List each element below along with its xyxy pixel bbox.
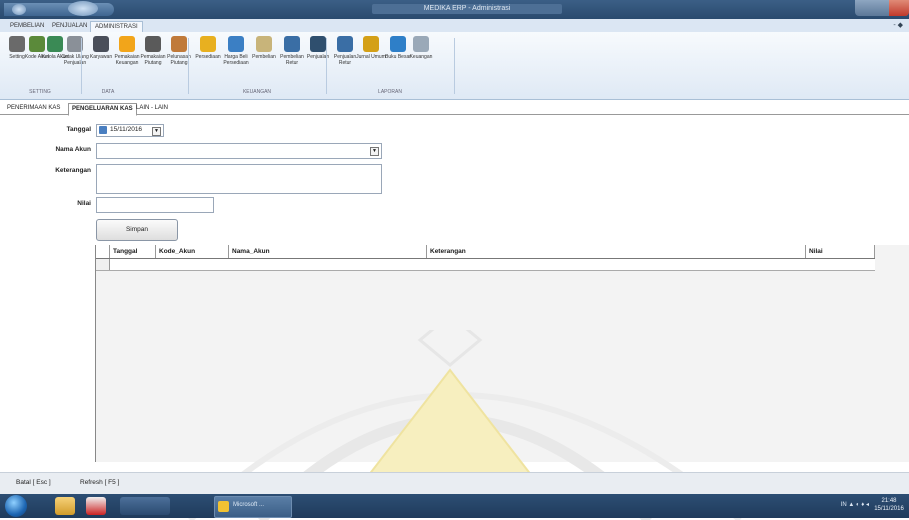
col-tanggal[interactable]: Tanggal	[110, 245, 156, 258]
calendar-icon	[99, 126, 107, 134]
footer-bar: Batal [ Esc ] Refresh [ F5 ]	[0, 472, 909, 495]
help-icon[interactable]: - ◆	[893, 21, 903, 29]
ribbon-panel: Setting Kode Akun Kelola Akun Cetak Ulang P…	[0, 32, 909, 100]
start-button-icon[interactable]	[5, 495, 27, 517]
tab-pembelian[interactable]: PEMBELIAN	[6, 21, 48, 32]
input-language[interactable]: IN	[841, 502, 847, 508]
report-chart-icon	[310, 36, 326, 52]
window-controls[interactable]	[855, 0, 909, 16]
chevron-down-icon[interactable]: ▼	[370, 147, 379, 156]
nama-akun-select[interactable]: ▼	[96, 143, 382, 159]
person-icon	[93, 36, 109, 52]
book-icon	[200, 36, 216, 52]
nilai-field[interactable]	[96, 197, 214, 213]
ribbon-group-label: SETTING	[29, 89, 51, 95]
ribbon-button-pembelian[interactable]: Pembelian	[249, 36, 279, 82]
ribbon-button-label: Pelunasan Piutang	[167, 54, 191, 66]
ribbon-button-persediaan[interactable]: Persediaan	[193, 36, 223, 82]
ribbon-separator	[188, 38, 189, 94]
ribbon-tabs: PEMBELIAN PENJUALAN ADMINISTRASI - ◆	[0, 19, 909, 33]
grid-header: Tanggal Kode_Akun Nama_Akun Keterangan N…	[96, 245, 875, 259]
title-bar: MEDIKA ERP - Administrasi	[0, 0, 909, 19]
ribbon-button-label: Penjualan	[306, 54, 330, 60]
ribbon-button-label: Jurnal Umum	[356, 54, 386, 60]
col-keterangan[interactable]: Keterangan	[427, 245, 806, 258]
taskbar-app-icon[interactable]	[120, 497, 170, 515]
col-nilai[interactable]: Nilai	[806, 245, 875, 258]
ribbon-button-label: Pembelian	[252, 54, 276, 60]
tab-penjualan[interactable]: PENJUALAN	[48, 21, 91, 32]
book-open-icon	[228, 36, 244, 52]
taskbar: Microsoft ... IN ▲ ◐ ♦ ◂ 21:48 15/11/201…	[0, 494, 909, 518]
tanggal-label: Tanggal	[66, 126, 91, 133]
refresh-shortcut[interactable]: Refresh [ F5 ]	[80, 479, 119, 486]
app-menu-icon[interactable]	[12, 4, 26, 15]
tab-lain-lain[interactable]: LAIN - LAIN	[133, 103, 171, 114]
hand-money-icon	[171, 36, 187, 52]
clock[interactable]: 21:48 15/11/2016	[872, 497, 906, 513]
ribbon-button-penjualan[interactable]: Penjualan	[303, 36, 333, 82]
tab-penerimaan-kas[interactable]: PENERIMAAN KAS	[4, 103, 63, 114]
ribbon-button-label: Harga Beli Persediaan	[223, 54, 249, 66]
data-grid[interactable]: Tanggal Kode_Akun Nama_Akun Keterangan N…	[95, 245, 909, 462]
nilai-label: Nilai	[77, 200, 91, 207]
ribbon-button-pelunasan-piutang[interactable]: Pelunasan Piutang	[164, 36, 194, 82]
ribbon-group-label: LAPORAN	[378, 89, 402, 95]
task-label: Microsoft ...	[233, 502, 265, 508]
clock-time: 21:48	[881, 498, 897, 504]
window-title: MEDIKA ERP - Administrasi	[372, 4, 562, 14]
report-icon	[337, 36, 353, 52]
explorer-icon[interactable]	[55, 497, 75, 515]
tanggal-datepicker[interactable]: 15/11/2016 ▼	[96, 124, 164, 137]
ribbon-button-label: Persediaan	[195, 54, 221, 60]
taskbar-task-button[interactable]: Microsoft ...	[214, 496, 292, 518]
ribbon-group-label: DATA	[101, 89, 115, 95]
coin-icon	[119, 36, 135, 52]
ribbon-button-keuangan[interactable]: Keuangan	[406, 36, 436, 82]
office-app-icon	[218, 501, 229, 512]
keterangan-field[interactable]	[96, 164, 382, 194]
nama-akun-label: Nama Akun	[55, 146, 91, 153]
system-tray[interactable]: IN ▲ ◐ ♦ ◂	[841, 501, 869, 508]
tab-pengeluaran-kas[interactable]: PENGELUARAN KAS	[68, 103, 137, 116]
ledger-icon	[390, 36, 406, 52]
clock-date: 15/11/2016	[874, 506, 904, 512]
ribbon-separator	[454, 38, 455, 94]
chevron-down-icon[interactable]: ▼	[152, 127, 161, 136]
col-kode-akun[interactable]: Kode_Akun	[156, 245, 229, 258]
table-row[interactable]	[96, 259, 875, 271]
ribbon-separator	[81, 38, 82, 94]
ribbon-separator	[326, 38, 327, 94]
ribbon-group-label: KEUANGAN	[242, 89, 272, 95]
grid-icon	[413, 36, 429, 52]
row-header[interactable]	[96, 259, 110, 270]
list-icon	[256, 36, 272, 52]
pencil-icon	[363, 36, 379, 52]
close-icon[interactable]	[889, 0, 909, 16]
quick-access-toolbar[interactable]	[4, 1, 114, 16]
content-tabs: PENERIMAAN KAS PENGELUARAN KAS LAIN - LA…	[0, 101, 909, 116]
simpan-button[interactable]: Simpan	[96, 219, 178, 241]
ribbon-button-harga-beli-persediaan[interactable]: Harga Beli Persediaan	[221, 36, 251, 82]
office-orb-icon[interactable]	[68, 1, 98, 16]
tanggal-value: 15/11/2016	[110, 126, 143, 133]
pdf-reader-icon[interactable]	[86, 497, 106, 515]
ribbon-button-jurnal-umum[interactable]: Jurnal Umum	[356, 36, 386, 82]
report-icon	[284, 36, 300, 52]
batal-shortcut[interactable]: Batal [ Esc ]	[16, 479, 51, 486]
keterangan-label: Keterangan	[55, 167, 91, 174]
grid-corner	[96, 245, 110, 258]
col-nama-akun[interactable]: Nama_Akun	[229, 245, 427, 258]
cash-register-icon	[145, 36, 161, 52]
ribbon-button-label: Keuangan	[409, 54, 433, 60]
